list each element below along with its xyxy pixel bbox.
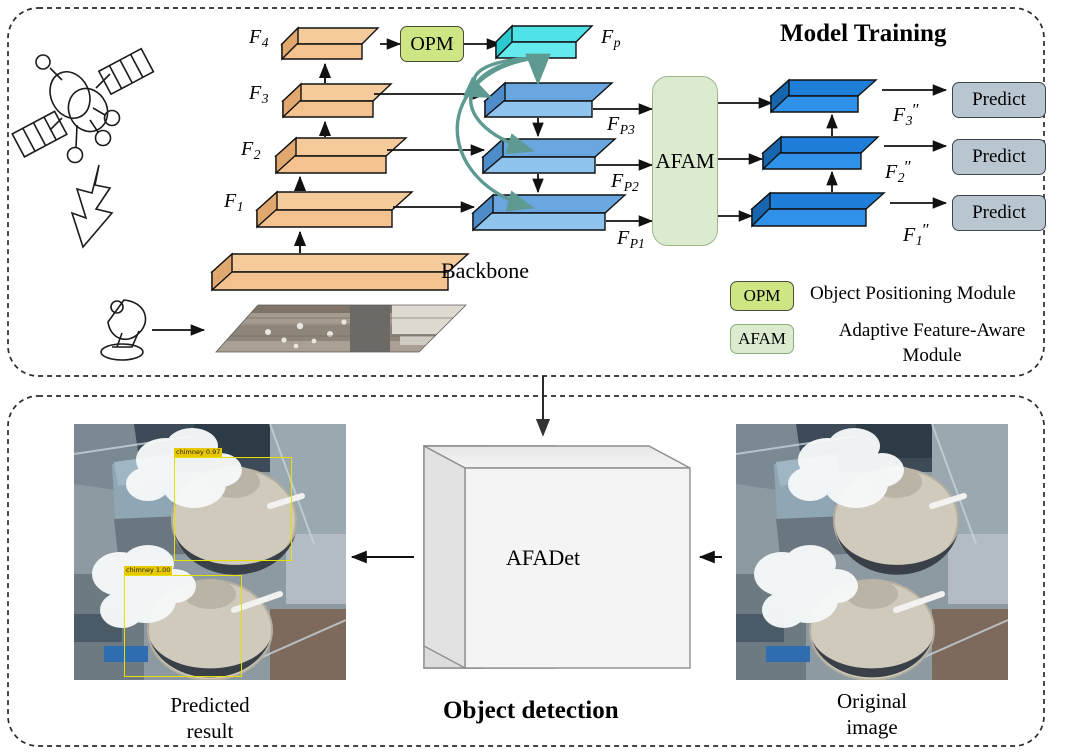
label-FP1: FP1 (617, 227, 645, 252)
original-image (736, 424, 1008, 680)
lightning-signal-icon (70, 164, 114, 249)
slab-F1dp (750, 191, 886, 228)
caption-predicted-result-line1: Predicted (170, 693, 250, 717)
slab-F3dp (769, 78, 878, 114)
page-title-model-training: Model Training (780, 20, 947, 47)
slab-FP1 (471, 193, 627, 232)
figure-canvas: Model Training F4 F3 F2 F1 Backbone OPM … (0, 0, 1080, 754)
label-F2: F2 (241, 138, 261, 163)
label-F3-sub: 3 (261, 91, 269, 107)
caption-original-image: Original image (782, 688, 962, 740)
afam-module-box[interactable]: AFAM (652, 76, 718, 246)
label-FP3-sub: P3 (619, 122, 635, 138)
backbone-slab-F3 (281, 82, 393, 119)
satellite-icon (11, 47, 155, 164)
legend-chip-opm: OPM (730, 281, 794, 311)
detection-box-2 (124, 575, 242, 677)
predict-box-1-label: Predict (972, 202, 1026, 223)
legend-chip-opm-label: OPM (743, 286, 781, 305)
label-F1dp-sub: 1 (915, 233, 923, 249)
backbone-slab-F2 (274, 136, 408, 175)
detection-label-2: chimney 1.00 (124, 566, 173, 575)
label-F1-sub: 1 (236, 199, 244, 215)
curve-Fp-to-FP1 (455, 56, 537, 212)
predicted-result-image: chimney 0.97 chimney 1.00 (74, 424, 346, 680)
page-title-object-detection: Object detection (443, 697, 619, 724)
label-F4-sub: 4 (261, 35, 269, 51)
backbone-slab-base (210, 252, 470, 292)
predict-box-1[interactable]: Predict (952, 195, 1046, 231)
slab-FP3 (483, 81, 614, 119)
label-F2dp-sub: 2 (897, 170, 905, 186)
label-F3dp-prime: ″ (912, 100, 920, 119)
caption-original-image-line1: Original (837, 689, 907, 713)
label-F2dp-prime: ″ (904, 157, 912, 176)
label-FP1-sub: P1 (629, 236, 645, 252)
caption-predicted-result-line2: result (186, 719, 234, 743)
backbone-slab-F4 (280, 26, 380, 61)
caption-original-image-line2: image (846, 715, 898, 739)
predict-box-2[interactable]: Predict (952, 139, 1046, 175)
detection-label-1: chimney 0.97 (174, 448, 223, 457)
label-F2-sub: 2 (253, 147, 261, 163)
legend-chip-afam-label: AFAM (738, 329, 786, 348)
predict-box-3[interactable]: Predict (952, 82, 1046, 118)
label-FP2: FP2 (611, 170, 639, 195)
label-F4: F4 (249, 26, 269, 51)
label-F3dp-sub: 3 (905, 113, 913, 129)
label-FP3: FP3 (607, 113, 635, 138)
detection-box-1 (174, 457, 292, 561)
label-FP2-sub: P2 (623, 179, 639, 195)
predict-box-2-label: Predict (972, 146, 1026, 167)
predict-box-3-label: Predict (972, 89, 1026, 110)
legend-chip-afam: AFAM (730, 324, 794, 354)
label-Fp: Fp (601, 26, 621, 51)
original-image-raster (736, 424, 1008, 680)
afam-module-label: AFAM (655, 148, 715, 173)
aerial-input-image (215, 304, 467, 353)
opm-module-box[interactable]: OPM (400, 26, 464, 62)
slab-FP2 (481, 137, 617, 175)
label-Fp-sub: p (613, 35, 621, 51)
label-F1dp-prime: ″ (922, 220, 930, 239)
label-F3: F3 (249, 82, 269, 107)
backbone-slab-F1 (255, 190, 414, 229)
label-backbone: Backbone (441, 258, 529, 283)
ground-station-antenna-icon (100, 299, 147, 361)
afadet-label: AFADet (506, 545, 581, 570)
opm-module-label: OPM (410, 32, 454, 55)
slab-Fp (494, 24, 594, 60)
legend-text-opm: Object Positioning Module (810, 283, 1016, 304)
slab-F2dp (761, 135, 880, 171)
label-F2-double-prime: F2″ (885, 157, 912, 186)
legend-text-afam: Adaptive Feature-Aware Module (838, 320, 1026, 366)
caption-predicted-result: Predicted result (120, 692, 300, 744)
label-F1-double-prime: F1″ (903, 220, 930, 249)
label-F3-double-prime: F3″ (893, 100, 920, 129)
label-F1: F1 (224, 190, 244, 215)
